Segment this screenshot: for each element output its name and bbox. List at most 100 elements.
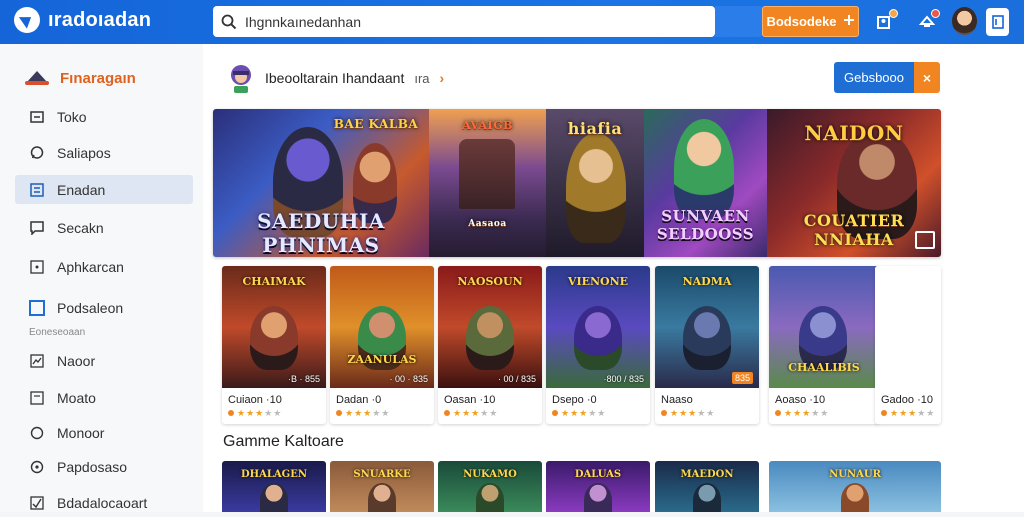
app-square-icon[interactable]	[986, 8, 1009, 36]
action-button[interactable]: Gebsbooo	[834, 62, 914, 93]
rating-stars: ★★★★★	[336, 408, 390, 419]
sidebar-item-bdadalocaoart[interactable]: Bdadalocaoart	[15, 488, 193, 517]
sidebar-item-enadan[interactable]: Enadan	[15, 175, 193, 204]
rating-stars: ★★★★★	[444, 408, 498, 419]
game-card-art: VIENONE ·800 / 835	[546, 266, 650, 388]
sidebar-item-aphkarcan[interactable]: Aphkarcan	[15, 252, 193, 281]
price-label: · 00 · 835	[389, 374, 428, 384]
sidebar-item-podsaleon[interactable]: Podsaleon	[15, 293, 193, 322]
avatar[interactable]	[952, 7, 977, 35]
sidebar-item-secakn[interactable]: Secakn	[15, 213, 193, 242]
game-card[interactable]: NADMA 835 Naaso ★★★★★	[655, 266, 759, 424]
game-card[interactable]: ZAANULAS · 00 · 835 Dadan ·0 ★★★★★	[330, 266, 434, 424]
plus-square-icon	[843, 14, 855, 29]
game-thumbnail[interactable]: SNUARKE	[330, 461, 434, 512]
banner-panel[interactable]: NAIDON COUATIER NNIAHA	[767, 109, 941, 257]
game-card-name: Oasan ·10	[444, 394, 496, 406]
game-card[interactable]: NAOSOUN · 00 / 835 Oasan ·10 ★★★★★	[438, 266, 542, 424]
rating-stars: ★★★★★	[881, 408, 935, 419]
game-card-name: Dsepo ·0	[552, 394, 597, 406]
sidebar-item-papdosaso[interactable]: Papdosaso	[15, 452, 193, 481]
game-thumbnail[interactable]: NUKAMO	[438, 461, 542, 512]
game-thumbnail[interactable]: DALUAS	[546, 461, 650, 512]
game-thumbnail[interactable]: DHALAGEN	[222, 461, 326, 512]
sidebar-item-toko[interactable]: Toko	[15, 102, 193, 131]
sidebar-item-label: Moato	[57, 389, 96, 406]
game-card[interactable]: CHAIMAK ·B · 855 Cuiaon ·10 ★★★★★	[222, 266, 326, 424]
section-title: Gamme Kaltoare	[223, 433, 344, 450]
game-card[interactable]: Gadoo ·10 ★★★★★	[875, 266, 941, 424]
sidebar-section-label: Eoneseoaan	[29, 327, 86, 338]
banner-top-text: AVAIGB	[462, 119, 513, 132]
breadcrumb-title[interactable]: Ibeooltarain Ihandaant	[265, 70, 404, 86]
thumbnail-title: SNUARKE	[353, 469, 411, 480]
document-icon	[29, 390, 45, 406]
game-character	[250, 306, 298, 370]
thumbnail-title: DHALAGEN	[241, 469, 307, 480]
price-label: ·800 / 835	[603, 374, 644, 384]
game-thumbnail[interactable]: MAEDON	[655, 461, 759, 512]
price-label: ·B · 855	[287, 374, 320, 384]
sidebar-item-monoor[interactable]: Monoor	[15, 418, 193, 447]
game-thumbnail[interactable]: NUNAUR	[769, 461, 941, 512]
game-character	[368, 483, 396, 512]
breadcrumb: Ibeooltarain Ihandaant ıra ›	[227, 62, 444, 94]
price-label: 835	[731, 372, 753, 384]
game-character	[260, 483, 288, 512]
thumbnail-title: DALUAS	[574, 469, 622, 480]
game-card-name: Gadoo ·10	[881, 394, 933, 406]
sidebar-title: Fınaragaın	[60, 69, 136, 87]
square-dot-icon	[29, 259, 45, 275]
sidebar-item-label: Papdosaso	[57, 458, 128, 475]
rating-stars: ★★★★★	[661, 408, 715, 419]
sidebar-item-naoor[interactable]: Naoor	[15, 346, 193, 375]
app-logo[interactable]: ıradoıadan	[14, 7, 151, 33]
sidebar-item-label: Secakn	[57, 219, 104, 236]
banner-panel[interactable]: hiafia	[546, 109, 644, 257]
game-card-art: CHAALIBIS	[769, 266, 879, 388]
sidebar-item-saliapos[interactable]: Saliapos	[15, 138, 193, 167]
user-upload-icon[interactable]	[872, 8, 898, 34]
banner-character	[674, 119, 734, 219]
notification-icon[interactable]	[914, 8, 940, 34]
banner-panel[interactable]: SUNVAEN SELDOOSS	[644, 109, 767, 257]
sidebar-item-label: Enadan	[57, 181, 106, 198]
sidebar-item-label: Aphkarcan	[57, 258, 124, 275]
notification-dot	[889, 9, 898, 18]
top-header: ıradoıadan Bodsodeke	[0, 0, 1024, 44]
square-icon	[29, 299, 45, 316]
banner-top-text: NAIDON	[804, 121, 904, 145]
logo-text: ıradoıadan	[48, 8, 152, 31]
hero-banner[interactable]: BAE KALBA SAEDUHIA PHNIMAS AVAIGB Aasaoa…	[213, 109, 941, 257]
search-extension[interactable]	[715, 6, 763, 37]
game-card-art: ZAANULAS · 00 · 835	[330, 266, 434, 388]
game-character	[466, 306, 514, 370]
close-icon[interactable]: ×	[914, 62, 940, 93]
game-character	[841, 483, 869, 512]
chevron-right-icon[interactable]: ›	[440, 70, 445, 86]
thumbnail-title: NUNAUR	[829, 469, 881, 480]
banner-top-text: hiafia	[567, 119, 623, 138]
sidebar-item-label: Podsaleon	[57, 299, 124, 316]
sidebar-header[interactable]: Fınaragaın	[24, 68, 136, 88]
thumbnail-title: NUKAMO	[463, 469, 517, 480]
sidebar-item-moato[interactable]: Moato	[15, 383, 193, 412]
search-input[interactable]	[245, 13, 685, 30]
banner-panel[interactable]: AVAIGB Aasaoa	[429, 109, 546, 257]
expand-icon[interactable]	[915, 231, 935, 249]
sidebar-item-label: Bdadalocaoart	[57, 494, 148, 511]
list-icon	[29, 182, 45, 198]
game-card[interactable]: VIENONE ·800 / 835 Dsepo ·0 ★★★★★	[546, 266, 650, 424]
game-character	[683, 306, 731, 370]
check-square-icon	[29, 495, 45, 511]
game-card-art: NADMA 835	[655, 266, 759, 388]
banner-title: SAEDUHIA PHNIMAS	[257, 209, 385, 257]
banner-panel[interactable]: BAE KALBA SAEDUHIA PHNIMAS	[213, 109, 429, 257]
cta-button[interactable]: Bodsodeke	[762, 6, 859, 37]
game-card-art-title: VIENONE	[567, 275, 629, 288]
cta-label: Bodsodeke	[766, 14, 837, 29]
game-card-art: NAOSOUN · 00 / 835	[438, 266, 542, 388]
game-card[interactable]: CHAALIBIS Aoaso ·10 ★★★★★	[769, 266, 879, 424]
search-bar[interactable]	[213, 6, 715, 37]
game-card-art-title: NADMA	[682, 275, 732, 288]
